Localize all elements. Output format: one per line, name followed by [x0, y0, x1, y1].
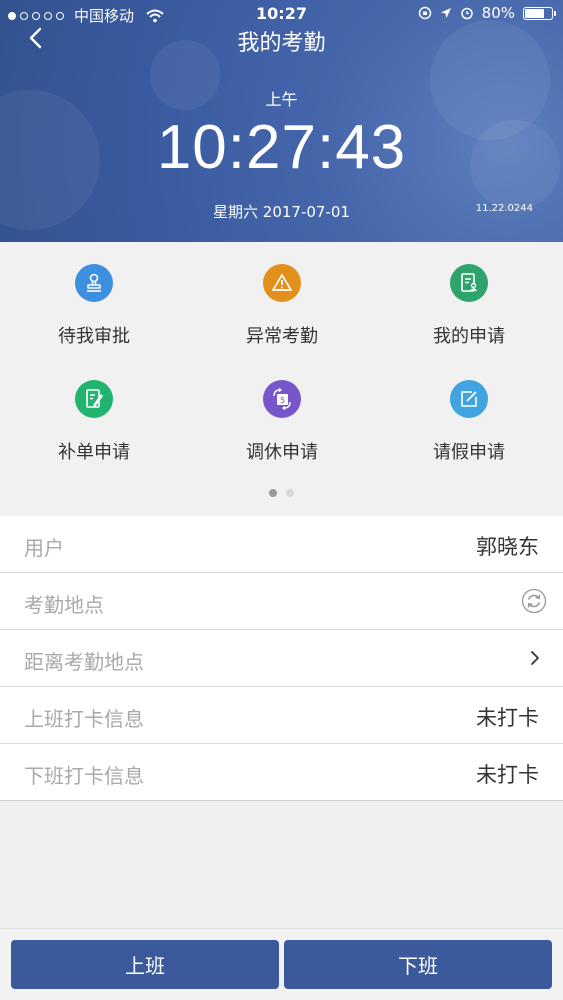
header-banner: 中国移动 10:27 80% 我的考勤 上午 10:27:43 星期六 2017…	[0, 0, 563, 242]
chevron-right-icon	[531, 651, 539, 665]
grid-item-supplement-application[interactable]: 补单申请	[0, 380, 188, 480]
row-user: 用户 郭晓东	[0, 516, 563, 573]
grid-item-shift-leave-application[interactable]: 5 调休申请	[188, 380, 376, 480]
alarm-icon	[460, 7, 473, 20]
row-label: 考勤地点	[24, 593, 104, 617]
grid-item-label: 补单申请	[58, 442, 130, 463]
svg-text:5: 5	[280, 396, 285, 405]
row-label: 上班打卡信息	[24, 707, 144, 731]
battery-level	[525, 8, 544, 18]
battery-icon	[523, 6, 556, 20]
grid-item-my-applications[interactable]: 我的申请	[375, 264, 563, 364]
function-grid: 待我审批 异常考勤 我的申请 补单申请 5 调休申请 请假申请	[0, 242, 563, 516]
row-label: 下班打卡信息	[24, 764, 144, 788]
row-clock-in-info: 上班打卡信息 未打卡	[0, 687, 563, 744]
grid-item-label: 待我审批	[58, 326, 130, 347]
calendar-swap-icon: 5	[263, 380, 301, 418]
grid-item-label: 我的申请	[433, 326, 505, 347]
row-attendance-location: 考勤地点	[0, 573, 563, 630]
attendance-page: 中国移动 10:27 80% 我的考勤 上午 10:27:43 星期六 2017…	[0, 0, 563, 1000]
attendance-info-list: 用户 郭晓东 考勤地点 距离考勤地点 上班打卡信息 未打卡 下班打卡信息 未打卡	[0, 516, 563, 801]
grid-item-label: 调休申请	[246, 442, 318, 463]
bottom-action-bar: 上班 下班	[0, 928, 563, 1000]
clock-in-status: 未打卡	[476, 706, 539, 730]
location-arrow-icon	[440, 8, 451, 18]
page-title: 我的考勤	[237, 31, 326, 56]
row-clock-out-info: 下班打卡信息 未打卡	[0, 744, 563, 801]
warning-icon	[263, 264, 301, 302]
clock-out-button[interactable]: 下班	[284, 940, 552, 989]
status-right: 80%	[418, 4, 556, 22]
page-dot-active	[269, 489, 277, 497]
nav-bar: 我的考勤	[0, 22, 563, 58]
page-dot	[286, 489, 294, 497]
document-person-icon	[450, 264, 488, 302]
battery-percent: 80%	[481, 4, 515, 22]
clock-in-button[interactable]: 上班	[11, 940, 279, 989]
document-pen-icon	[75, 380, 113, 418]
clock-period: 上午	[265, 90, 298, 109]
clock-out-status: 未打卡	[476, 763, 539, 787]
version-label: 11.22.0244	[475, 203, 533, 214]
row-distance-to-location[interactable]: 距离考勤地点	[0, 630, 563, 687]
row-label: 用户	[24, 536, 64, 560]
edit-icon	[450, 380, 488, 418]
lock-rotation-icon	[418, 6, 431, 20]
grid-item-leave-application[interactable]: 请假申请	[375, 380, 563, 480]
row-label: 距离考勤地点	[24, 650, 144, 674]
grid-item-abnormal-attendance[interactable]: 异常考勤	[188, 264, 376, 364]
clock-time: 10:27:43	[156, 113, 407, 182]
user-name: 郭晓东	[476, 535, 539, 559]
stamp-icon	[75, 264, 113, 302]
refresh-icon[interactable]	[521, 588, 547, 614]
grid-item-pending-approval[interactable]: 待我审批	[0, 264, 188, 364]
grid-item-label: 异常考勤	[246, 326, 318, 347]
page-indicator	[0, 489, 563, 497]
grid-item-label: 请假申请	[433, 442, 505, 463]
